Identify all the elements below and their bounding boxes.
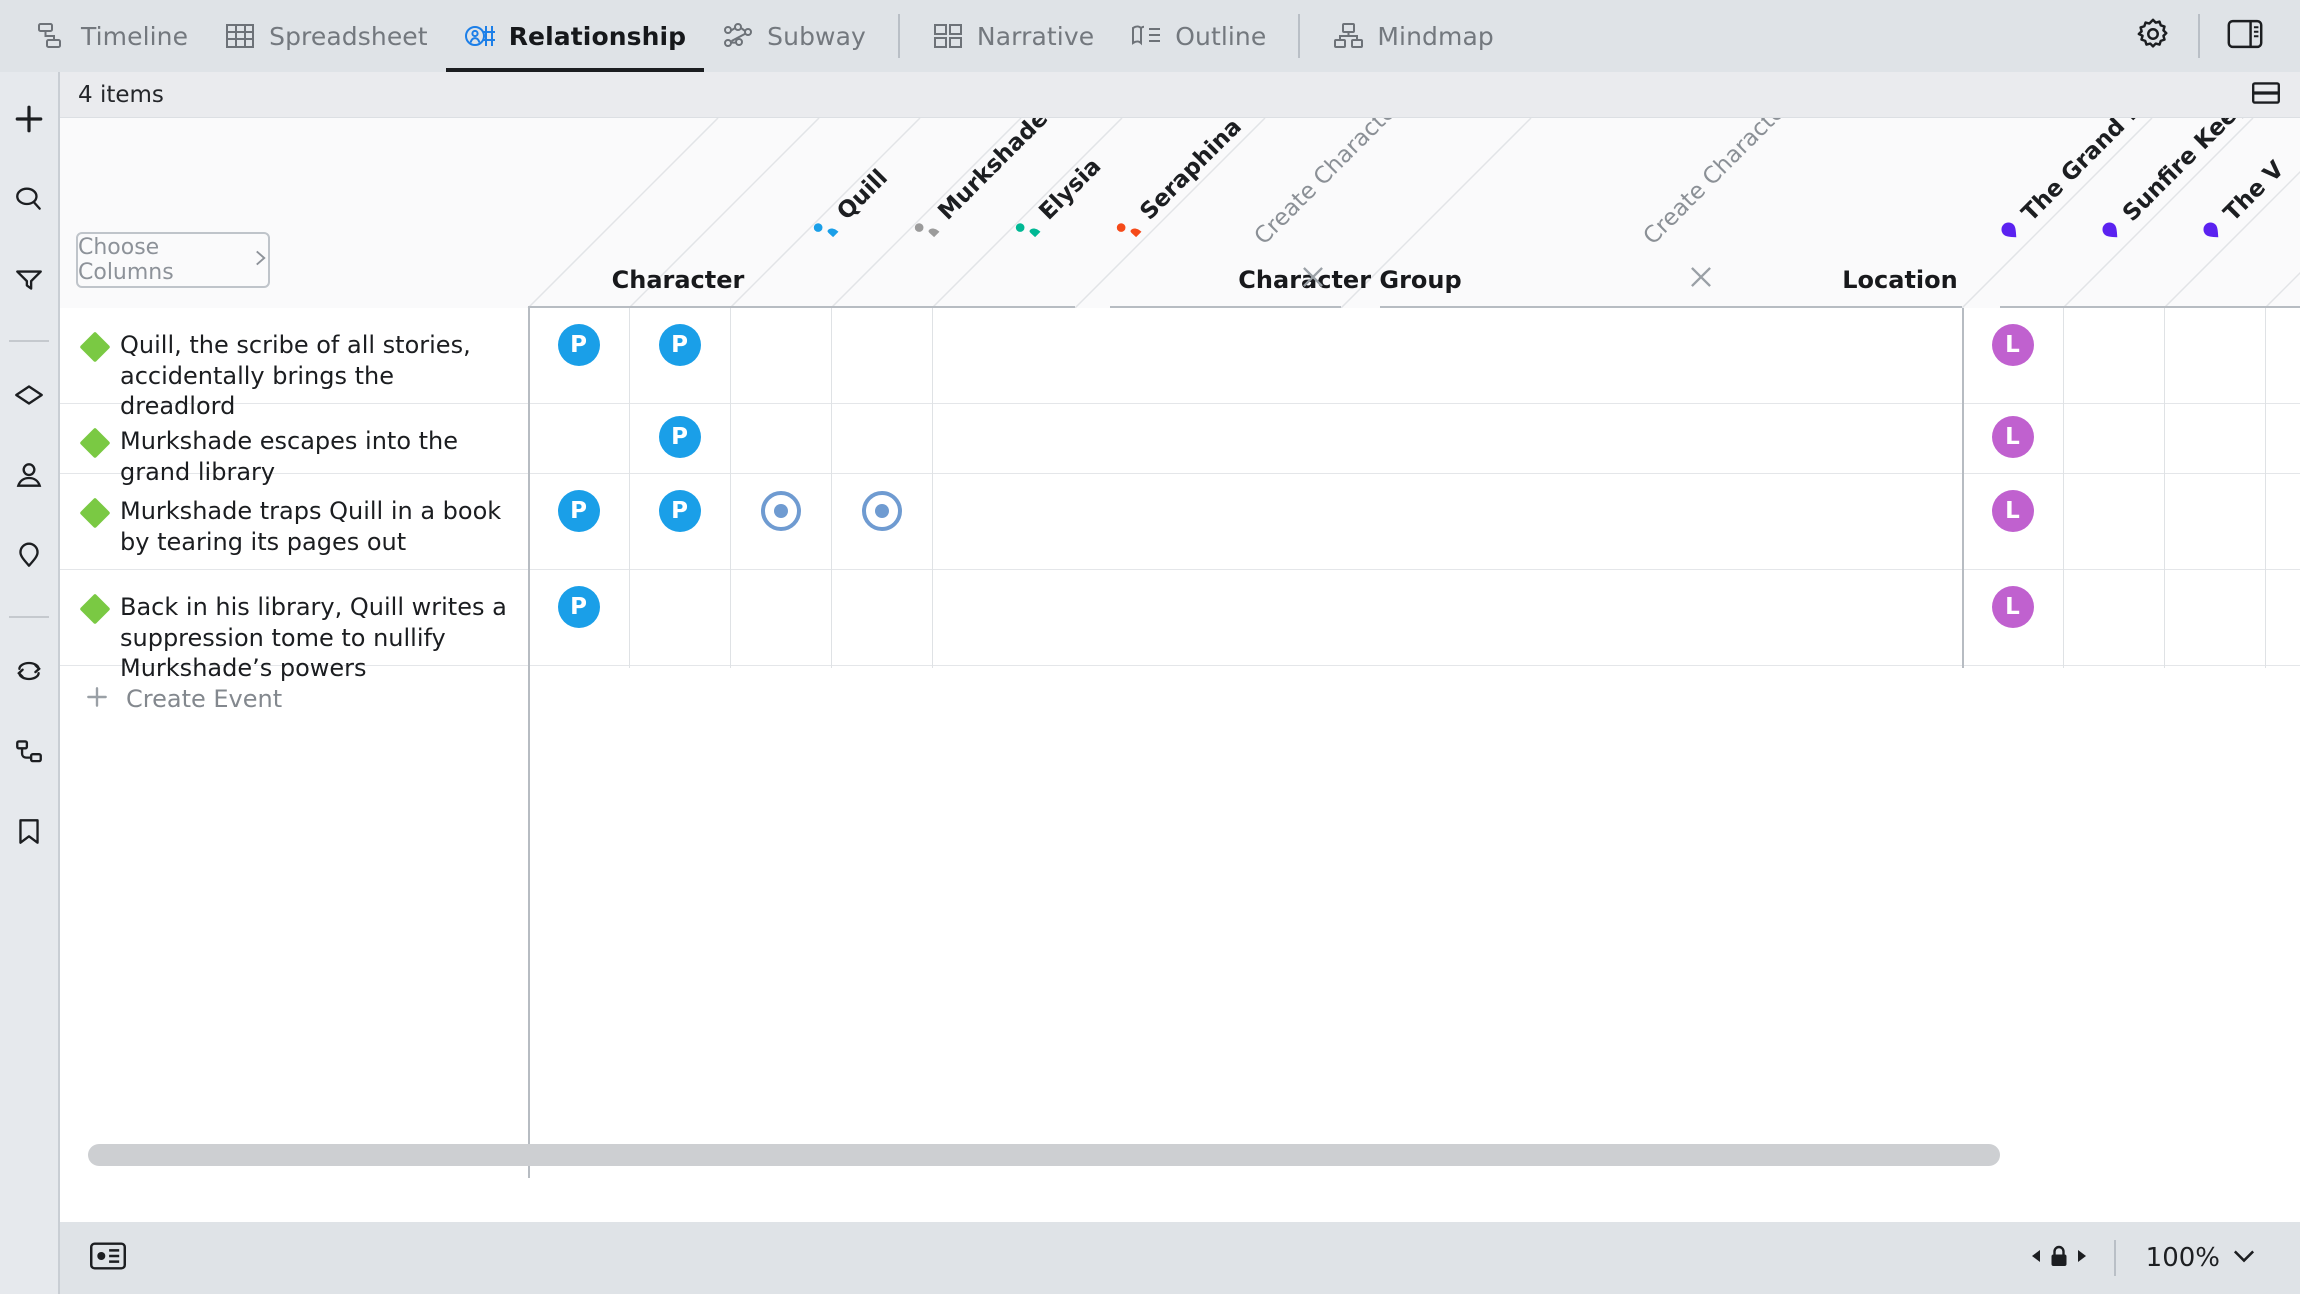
tab-spreadsheet[interactable]: Spreadsheet <box>206 0 446 72</box>
relationship-grid: Choose Columns Character Character Group… <box>60 118 2300 1178</box>
footer-divider <box>2113 1240 2116 1276</box>
choose-columns-button[interactable]: Choose Columns <box>76 232 270 288</box>
tab-subway[interactable]: Subway <box>704 0 884 72</box>
table-row[interactable]: Murkshade escapes into the grand library <box>60 404 2300 486</box>
tab-timeline[interactable]: Timeline <box>18 0 206 72</box>
group-title-location: Location <box>1842 266 1958 294</box>
green-diamond-icon <box>79 593 111 625</box>
lock-button[interactable] <box>2016 1244 2102 1272</box>
toolbar-divider-3 <box>2198 14 2200 58</box>
green-diamond-icon <box>79 427 111 459</box>
table-row[interactable]: Murkshade traps Quill in a book by teari… <box>60 474 2300 570</box>
lock-icon <box>2048 1244 2070 1272</box>
relationships-icon <box>13 735 45 771</box>
search-button[interactable] <box>2 174 56 228</box>
items-count-label: 4 items <box>78 81 164 108</box>
bookmarks-button[interactable] <box>2 806 56 860</box>
chevron-down-icon <box>2232 1248 2256 1268</box>
row-layout-button[interactable] <box>2250 80 2282 110</box>
choose-columns-label: Choose Columns <box>78 235 174 285</box>
chevron-right-icon <box>253 248 268 272</box>
tab-narrative-label: Narrative <box>976 21 1095 51</box>
subway-icon <box>722 21 756 51</box>
triangle-right-icon <box>2076 1248 2088 1268</box>
narrative-icon <box>932 21 966 51</box>
filter-icon <box>13 263 45 299</box>
footer-right-controls: 100% <box>2016 1240 2274 1276</box>
event-title-cell[interactable]: Back in his library, Quill writes a supp… <box>60 570 528 706</box>
triangle-left-icon <box>2030 1248 2042 1268</box>
app-window: Timeline Spreadsheet Relationship Subway… <box>0 0 2300 1294</box>
search-icon <box>13 183 45 219</box>
table-row[interactable]: Back in his library, Quill writes a supp… <box>60 570 2300 682</box>
rail-divider-1 <box>9 340 49 342</box>
timeline-icon <box>36 21 70 51</box>
tab-outline[interactable]: Outline <box>1112 0 1284 72</box>
right-panel-icon <box>2226 17 2264 55</box>
group-title-character: Character <box>611 266 745 294</box>
left-rail <box>0 72 58 1294</box>
tab-relationship[interactable]: Relationship <box>445 0 705 72</box>
column-header-create-character-label: Create Character <box>1249 118 1408 251</box>
locations-button[interactable] <box>2 530 56 584</box>
toolbar-divider-1 <box>897 14 900 58</box>
card-view-button[interactable] <box>86 1240 130 1276</box>
main-panel: 4 items Choose Columns Character Charact… <box>58 72 2300 1222</box>
tab-mindmap-label: Mindmap <box>1377 21 1494 51</box>
card-view-icon <box>89 1241 127 1275</box>
zoom-level-label: 100% <box>2145 1243 2220 1273</box>
grid-header: Choose Columns Character Character Group… <box>60 118 2300 308</box>
spreadsheet-icon <box>224 21 258 51</box>
footer-bar: 100% <box>58 1222 2300 1294</box>
horizontal-scrollbar-thumb[interactable] <box>88 1144 2000 1166</box>
rail-divider-2 <box>9 616 49 618</box>
tab-timeline-label: Timeline <box>81 21 189 51</box>
arcs-button[interactable] <box>2 646 56 700</box>
tab-spreadsheet-label: Spreadsheet <box>269 21 428 51</box>
toggle-right-panel-button[interactable] <box>2214 5 2276 67</box>
bookmark-icon <box>13 815 45 851</box>
split-rows-icon <box>2250 80 2282 110</box>
horizontal-scrollbar[interactable] <box>88 1144 2266 1166</box>
zoom-control[interactable]: 100% <box>2128 1243 2274 1273</box>
add-button[interactable] <box>2 94 56 148</box>
tab-narrative[interactable]: Narrative <box>914 0 1112 72</box>
plus-icon <box>13 103 45 139</box>
filter-button[interactable] <box>2 254 56 308</box>
green-diamond-icon <box>79 497 111 529</box>
tab-mindmap[interactable]: Mindmap <box>1314 0 1511 72</box>
top-toolbar: Timeline Spreadsheet Relationship Subway… <box>0 0 2300 72</box>
person-icon <box>13 459 45 495</box>
items-bar: 4 items <box>60 72 2300 118</box>
tab-relationship-label: Relationship <box>508 21 687 51</box>
toolbar-right-actions <box>2122 5 2300 67</box>
characters-button[interactable] <box>2 450 56 504</box>
grid-body: Quill, the scribe of all stories, accide… <box>60 308 2300 1178</box>
relationships-button[interactable] <box>2 726 56 780</box>
event-title-cell[interactable]: Murkshade traps Quill in a book by teari… <box>60 474 528 579</box>
table-row[interactable]: Quill, the scribe of all stories, accide… <box>60 308 2300 420</box>
tab-outline-label: Outline <box>1175 21 1267 51</box>
relationship-icon <box>464 21 498 51</box>
event-title: Back in his library, Quill writes a supp… <box>120 593 507 683</box>
event-rows: Quill, the scribe of all stories, accide… <box>60 308 2300 732</box>
mindmap-icon <box>1332 21 1366 51</box>
tab-subway-label: Subway <box>767 21 866 51</box>
location-pin-icon <box>13 539 45 575</box>
outline-icon <box>1130 21 1164 51</box>
events-button[interactable] <box>2 370 56 424</box>
view-tabs: Timeline Spreadsheet Relationship Subway… <box>0 0 1512 72</box>
gear-icon <box>2135 16 2171 56</box>
green-diamond-icon <box>79 331 111 363</box>
settings-button[interactable] <box>2122 5 2184 67</box>
column-header-the-v-label: The V <box>2218 156 2290 227</box>
diamond-icon <box>12 379 46 415</box>
toolbar-divider-2 <box>1298 14 1301 58</box>
arcs-icon <box>13 655 45 691</box>
event-title: Murkshade traps Quill in a book by teari… <box>120 497 502 556</box>
